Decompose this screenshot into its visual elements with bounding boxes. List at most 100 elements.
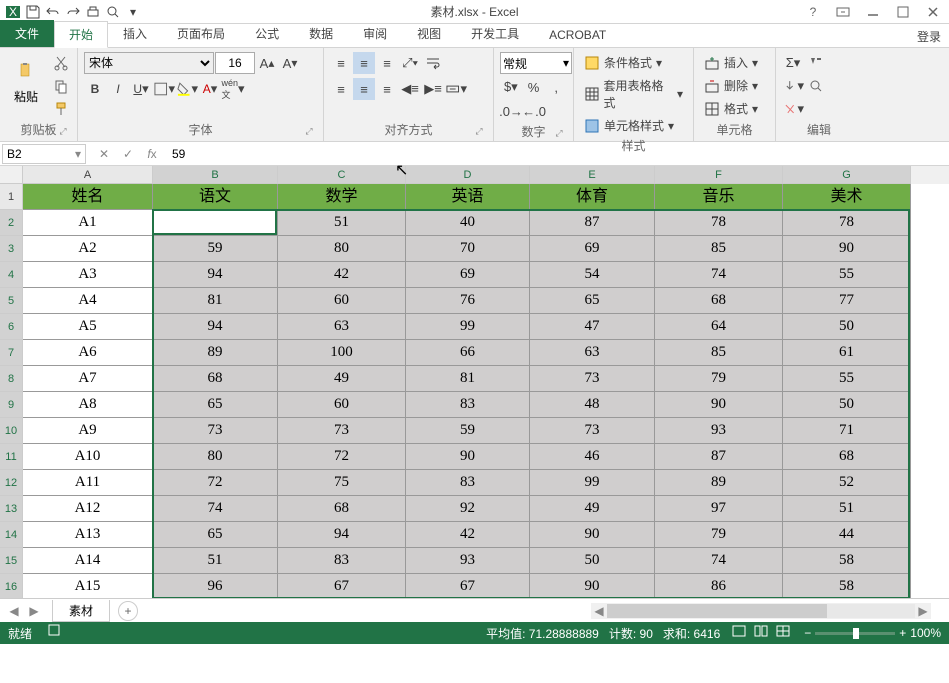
cell[interactable]: 73 <box>278 418 406 444</box>
cell[interactable]: A15 <box>23 574 153 598</box>
add-sheet-button[interactable]: + <box>118 601 138 621</box>
conditional-format-button[interactable]: 条件格式▾ <box>580 52 687 73</box>
align-middle-icon[interactable]: ≡ <box>353 52 375 74</box>
font-color-icon[interactable]: A▾ <box>199 78 221 100</box>
cell[interactable]: 89 <box>153 340 278 366</box>
cell[interactable]: A1 <box>23 210 153 236</box>
maximize-icon[interactable] <box>889 2 917 22</box>
cell[interactable]: 42 <box>406 522 530 548</box>
cell[interactable]: 65 <box>530 288 655 314</box>
cell[interactable]: 80 <box>278 236 406 262</box>
cell[interactable]: 100 <box>278 340 406 366</box>
row-header[interactable]: 1 <box>0 184 23 210</box>
cell[interactable]: 64 <box>655 314 783 340</box>
save-icon[interactable] <box>24 3 42 21</box>
print-icon[interactable] <box>84 3 102 21</box>
cancel-icon[interactable]: ✕ <box>92 144 116 164</box>
view-pagelayout-icon[interactable] <box>752 625 772 641</box>
cell[interactable]: 83 <box>278 548 406 574</box>
cell[interactable]: 93 <box>655 418 783 444</box>
tab-developer[interactable]: 开发工具 <box>456 20 534 47</box>
cell[interactable]: 71 <box>783 418 911 444</box>
zoom-in-icon[interactable]: + <box>899 626 906 640</box>
cell[interactable]: A5 <box>23 314 153 340</box>
cell[interactable]: A2 <box>23 236 153 262</box>
number-format-select[interactable]: 常规▾ <box>500 52 572 74</box>
cell[interactable]: 92 <box>406 496 530 522</box>
cell[interactable]: 87 <box>655 444 783 470</box>
row-header[interactable]: 13 <box>0 496 23 522</box>
zoom-control[interactable]: − + 100% <box>804 626 941 640</box>
cell[interactable]: 英语 <box>406 184 530 210</box>
comma-icon[interactable]: , <box>545 76 567 98</box>
redo-icon[interactable] <box>64 3 82 21</box>
tab-file[interactable]: 文件 <box>0 20 54 47</box>
cell[interactable]: 93 <box>406 548 530 574</box>
cell[interactable]: 72 <box>278 444 406 470</box>
cell[interactable]: 94 <box>153 262 278 288</box>
cell[interactable]: A6 <box>23 340 153 366</box>
row-header[interactable]: 14 <box>0 522 23 548</box>
cell[interactable]: 85 <box>655 236 783 262</box>
row-header[interactable]: 3 <box>0 236 23 262</box>
cell[interactable]: 语文 <box>153 184 278 210</box>
cell[interactable]: 59 <box>153 210 278 236</box>
cell-styles-button[interactable]: 单元格样式▾ <box>580 115 687 136</box>
italic-icon[interactable]: I <box>107 78 129 100</box>
cell[interactable]: 54 <box>530 262 655 288</box>
tab-pagelayout[interactable]: 页面布局 <box>162 20 240 47</box>
tab-view[interactable]: 视图 <box>402 20 456 47</box>
row-header[interactable]: 8 <box>0 366 23 392</box>
delete-cells-button[interactable]: 删除▾ <box>700 75 762 96</box>
cell[interactable]: 73 <box>530 366 655 392</box>
merge-icon[interactable]: ▾ <box>445 78 467 100</box>
row-header[interactable]: 15 <box>0 548 23 574</box>
cell[interactable]: 81 <box>406 366 530 392</box>
cell[interactable]: 55 <box>783 366 911 392</box>
cell[interactable]: 47 <box>530 314 655 340</box>
cell[interactable]: 42 <box>278 262 406 288</box>
tab-review[interactable]: 审阅 <box>348 20 402 47</box>
cell[interactable]: 63 <box>278 314 406 340</box>
column-header[interactable]: D <box>406 166 530 184</box>
fill-color-icon[interactable]: ▾ <box>176 78 198 100</box>
zoom-slider[interactable] <box>815 632 895 635</box>
cell[interactable]: 61 <box>783 340 911 366</box>
fx-icon[interactable]: fx <box>140 144 164 164</box>
tab-formulas[interactable]: 公式 <box>240 20 294 47</box>
cell[interactable]: 40 <box>406 210 530 236</box>
format-painter-icon[interactable] <box>50 98 72 120</box>
cell[interactable]: 74 <box>655 548 783 574</box>
align-bottom-icon[interactable]: ≡ <box>376 52 398 74</box>
cell[interactable]: 58 <box>783 548 911 574</box>
bold-icon[interactable]: B <box>84 78 106 100</box>
decrease-decimal-icon[interactable]: ←.0 <box>523 100 545 122</box>
table-format-button[interactable]: 套用表格格式▾ <box>580 75 687 113</box>
cell[interactable]: 86 <box>655 574 783 598</box>
cell[interactable]: 63 <box>530 340 655 366</box>
cell[interactable]: 78 <box>655 210 783 236</box>
cell[interactable]: 94 <box>278 522 406 548</box>
cell[interactable]: 83 <box>406 470 530 496</box>
preview-icon[interactable] <box>104 3 122 21</box>
cell[interactable]: 51 <box>153 548 278 574</box>
cell[interactable]: 77 <box>783 288 911 314</box>
row-header[interactable]: 6 <box>0 314 23 340</box>
cell[interactable]: 44 <box>783 522 911 548</box>
view-pagebreak-icon[interactable] <box>774 625 794 641</box>
currency-icon[interactable]: $▾ <box>500 76 522 98</box>
undo-icon[interactable] <box>44 3 62 21</box>
decrease-indent-icon[interactable]: ◀≡ <box>399 78 421 100</box>
align-left-icon[interactable]: ≡ <box>330 78 352 100</box>
cell[interactable]: 75 <box>278 470 406 496</box>
border-icon[interactable]: ▾ <box>153 78 175 100</box>
close-icon[interactable] <box>919 2 947 22</box>
cell[interactable]: 52 <box>783 470 911 496</box>
copy-icon[interactable] <box>50 75 72 97</box>
cell[interactable]: 74 <box>655 262 783 288</box>
cell[interactable]: 90 <box>530 522 655 548</box>
cell[interactable]: 81 <box>153 288 278 314</box>
cell[interactable]: 68 <box>278 496 406 522</box>
wrap-text-icon[interactable] <box>422 52 444 74</box>
row-header[interactable]: 16 <box>0 574 23 598</box>
